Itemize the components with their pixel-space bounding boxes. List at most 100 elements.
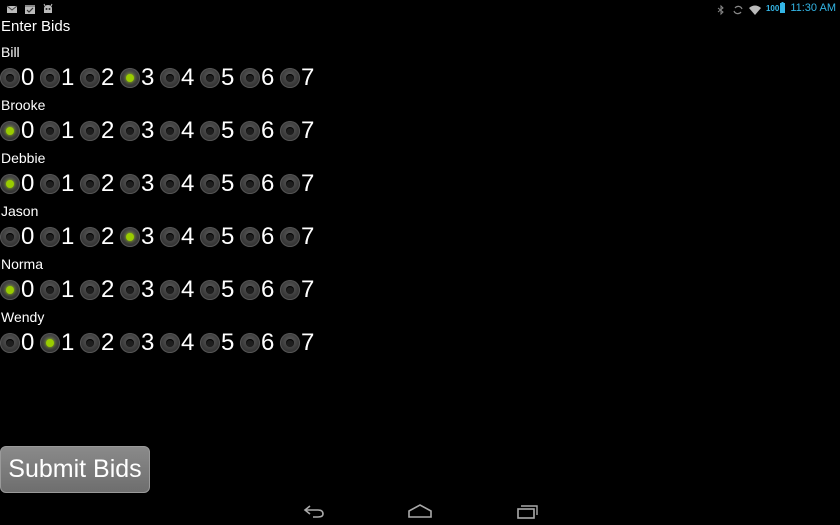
- radio-button[interactable]: [0, 280, 20, 300]
- home-button[interactable]: [405, 501, 435, 521]
- radio-button[interactable]: [280, 174, 300, 194]
- bid-option-7[interactable]: 7: [280, 64, 320, 92]
- bid-option-2[interactable]: 2: [80, 223, 120, 251]
- bid-option-7[interactable]: 7: [280, 329, 320, 357]
- bid-option-5[interactable]: 5: [200, 223, 240, 251]
- radio-button[interactable]: [120, 333, 140, 353]
- bid-option-1[interactable]: 1: [40, 64, 80, 92]
- bid-option-4[interactable]: 4: [160, 223, 200, 251]
- radio-button[interactable]: [160, 121, 180, 141]
- radio-button[interactable]: [160, 280, 180, 300]
- bid-option-3[interactable]: 3: [120, 64, 160, 92]
- bid-option-4[interactable]: 4: [160, 329, 200, 357]
- bid-option-3[interactable]: 3: [120, 329, 160, 357]
- radio-button[interactable]: [240, 68, 260, 88]
- radio-button[interactable]: [240, 333, 260, 353]
- radio-button[interactable]: [40, 227, 60, 247]
- radio-button[interactable]: [200, 280, 220, 300]
- bid-option-6[interactable]: 6: [240, 329, 280, 357]
- radio-button[interactable]: [160, 227, 180, 247]
- radio-button[interactable]: [160, 333, 180, 353]
- radio-button[interactable]: [200, 174, 220, 194]
- radio-button[interactable]: [40, 68, 60, 88]
- radio-button[interactable]: [160, 174, 180, 194]
- radio-button[interactable]: [120, 280, 140, 300]
- bid-option-5[interactable]: 5: [200, 329, 240, 357]
- bid-option-4[interactable]: 4: [160, 117, 200, 145]
- radio-button[interactable]: [80, 174, 100, 194]
- bid-option-5[interactable]: 5: [200, 64, 240, 92]
- bid-option-7[interactable]: 7: [280, 170, 320, 198]
- radio-button[interactable]: [280, 280, 300, 300]
- bid-option-4[interactable]: 4: [160, 276, 200, 304]
- radio-button[interactable]: [160, 68, 180, 88]
- radio-button[interactable]: [240, 174, 260, 194]
- bid-option-0[interactable]: 0: [0, 64, 40, 92]
- bid-option-0[interactable]: 0: [0, 276, 40, 304]
- bid-option-0[interactable]: 0: [0, 329, 40, 357]
- radio-button[interactable]: [240, 227, 260, 247]
- bid-option-7[interactable]: 7: [280, 276, 320, 304]
- radio-button[interactable]: [40, 333, 60, 353]
- bid-option-4[interactable]: 4: [160, 64, 200, 92]
- bid-option-5[interactable]: 5: [200, 170, 240, 198]
- bid-option-7[interactable]: 7: [280, 223, 320, 251]
- bid-option-1[interactable]: 1: [40, 170, 80, 198]
- bid-option-2[interactable]: 2: [80, 329, 120, 357]
- bid-option-5[interactable]: 5: [200, 117, 240, 145]
- radio-button[interactable]: [120, 174, 140, 194]
- bid-option-6[interactable]: 6: [240, 64, 280, 92]
- bid-option-1[interactable]: 1: [40, 117, 80, 145]
- bid-option-4[interactable]: 4: [160, 170, 200, 198]
- radio-button[interactable]: [280, 68, 300, 88]
- radio-button[interactable]: [80, 121, 100, 141]
- radio-button[interactable]: [200, 227, 220, 247]
- radio-button[interactable]: [80, 280, 100, 300]
- radio-button[interactable]: [200, 333, 220, 353]
- radio-button[interactable]: [280, 121, 300, 141]
- radio-button[interactable]: [240, 280, 260, 300]
- radio-button[interactable]: [200, 68, 220, 88]
- bid-option-6[interactable]: 6: [240, 276, 280, 304]
- radio-button[interactable]: [280, 333, 300, 353]
- bid-option-2[interactable]: 2: [80, 170, 120, 198]
- bid-option-0[interactable]: 0: [0, 223, 40, 251]
- bid-option-6[interactable]: 6: [240, 117, 280, 145]
- submit-bids-button[interactable]: Submit Bids: [0, 446, 150, 493]
- radio-button[interactable]: [0, 333, 20, 353]
- radio-button[interactable]: [0, 121, 20, 141]
- radio-button[interactable]: [40, 174, 60, 194]
- recent-apps-button[interactable]: [512, 501, 542, 521]
- bid-option-3[interactable]: 3: [120, 276, 160, 304]
- bid-option-3[interactable]: 3: [120, 223, 160, 251]
- bid-option-6[interactable]: 6: [240, 170, 280, 198]
- bid-option-0[interactable]: 0: [0, 170, 40, 198]
- bid-option-0[interactable]: 0: [0, 117, 40, 145]
- radio-button[interactable]: [0, 227, 20, 247]
- bid-option-7[interactable]: 7: [280, 117, 320, 145]
- radio-button[interactable]: [120, 227, 140, 247]
- bid-option-3[interactable]: 3: [120, 170, 160, 198]
- radio-button[interactable]: [120, 121, 140, 141]
- radio-button[interactable]: [80, 227, 100, 247]
- bid-option-1[interactable]: 1: [40, 223, 80, 251]
- radio-button[interactable]: [80, 68, 100, 88]
- bid-option-2[interactable]: 2: [80, 117, 120, 145]
- bid-option-1[interactable]: 1: [40, 276, 80, 304]
- back-button[interactable]: [299, 501, 329, 521]
- radio-button[interactable]: [80, 333, 100, 353]
- radio-button[interactable]: [0, 68, 20, 88]
- radio-button[interactable]: [280, 227, 300, 247]
- bid-option-3[interactable]: 3: [120, 117, 160, 145]
- radio-button[interactable]: [200, 121, 220, 141]
- bid-option-1[interactable]: 1: [40, 329, 80, 357]
- radio-button[interactable]: [0, 174, 20, 194]
- bid-option-6[interactable]: 6: [240, 223, 280, 251]
- radio-button[interactable]: [120, 68, 140, 88]
- radio-button[interactable]: [40, 280, 60, 300]
- bid-option-5[interactable]: 5: [200, 276, 240, 304]
- radio-button[interactable]: [240, 121, 260, 141]
- radio-button[interactable]: [40, 121, 60, 141]
- bid-option-2[interactable]: 2: [80, 64, 120, 92]
- bid-option-2[interactable]: 2: [80, 276, 120, 304]
